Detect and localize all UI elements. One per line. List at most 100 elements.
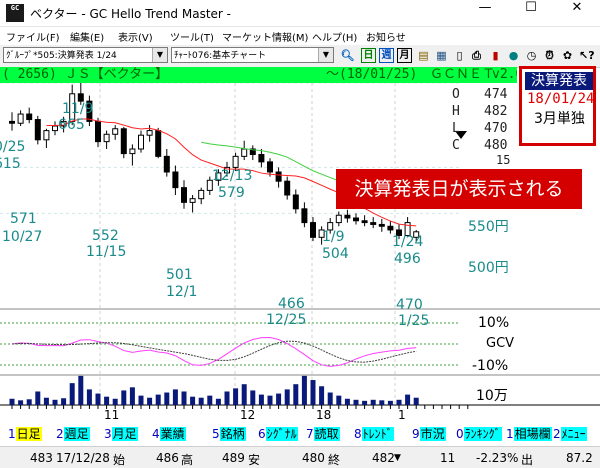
candle-body — [9, 120, 15, 124]
annotation-label: 496 — [394, 251, 421, 267]
fkey-market-column[interactable]: 1相場欄 — [506, 426, 552, 442]
volume-bar — [327, 392, 333, 405]
volume-bar — [61, 398, 67, 405]
volume-bar — [198, 397, 204, 405]
fkey-stocks[interactable]: 5銘柄 — [212, 426, 246, 442]
month-label: 11 — [104, 408, 119, 422]
candle-body — [112, 128, 119, 135]
annotation-label: 11/9 — [62, 101, 93, 117]
help-icon[interactable]: ↖? — [579, 48, 595, 63]
volume-bar — [181, 391, 187, 405]
fkey-signal[interactable]: 6ｼｸﾞﾅﾙ — [258, 426, 298, 442]
fkey-monthly[interactable]: 3月足 — [104, 426, 138, 442]
document-icon[interactable]: ▯ — [452, 48, 467, 63]
annotation-label: 665 — [58, 117, 85, 133]
candle-body — [387, 225, 394, 231]
print-icon[interactable]: ⎙ — [469, 48, 484, 63]
status-arrow-icon: ▼ — [394, 453, 401, 463]
search-icon[interactable]: 🔍︎ — [340, 48, 355, 63]
candle-body — [378, 223, 385, 227]
minimize-button[interactable]: — — [462, 0, 508, 26]
volume-bar — [250, 390, 256, 405]
volume-bar — [190, 396, 196, 405]
fkey-earnings[interactable]: 4業績 — [152, 426, 186, 442]
volume-bar — [379, 400, 385, 405]
status-volume: 87.2 — [566, 451, 593, 465]
status-bar: 483 17/12/28 始 486 高 489 安 480 終 482 ▼ 1… — [0, 446, 600, 468]
menu-market-info[interactable]: マーケット情報(M) — [222, 29, 308, 44]
volume-bar — [310, 380, 316, 405]
fkey-weekly[interactable]: 2週足 — [56, 426, 90, 442]
volume-bar — [396, 399, 402, 405]
volume-bar — [387, 400, 393, 405]
bar-chart-icon[interactable]: ▮ — [488, 48, 503, 63]
group-select[interactable]: ｸﾞﾙｰﾌﾟ*505:決算発表 1/24 ▼ — [3, 47, 168, 63]
volume-bar — [43, 397, 49, 405]
chevron-down-icon[interactable]: ▼ — [152, 48, 167, 62]
volume-bar — [35, 391, 41, 405]
candle-body — [292, 194, 299, 210]
annotation-label: 0/25 — [0, 139, 25, 155]
annotation-label: 615 — [0, 156, 21, 172]
fkey-ranking[interactable]: 0ﾗﾝｷﾝｸﾞ — [456, 426, 502, 442]
fkey-menu[interactable]: 2ﾒﾆｭｰ — [553, 426, 587, 442]
volume-bar — [241, 384, 247, 405]
price-axis-label: 550円 — [468, 219, 509, 235]
clock-icon[interactable]: ◷ — [524, 48, 539, 63]
annotation-label: 1/25 — [398, 313, 429, 329]
candle-body — [95, 120, 101, 143]
menu-help[interactable]: ヘルプ(H) — [312, 29, 357, 44]
candle-body — [26, 113, 33, 121]
annotation-label: 470 — [396, 297, 423, 313]
candle-body — [52, 125, 58, 132]
chevron-down-icon[interactable]: ▼ — [318, 48, 333, 62]
menu-file[interactable]: ファイル(F) — [6, 29, 60, 44]
candle-body — [43, 130, 50, 141]
oscillator-axis-label: 10% — [478, 315, 509, 331]
volume-bar — [362, 400, 368, 405]
grid-icon[interactable]: ▦ — [434, 48, 449, 63]
status-open: 486 — [156, 451, 179, 465]
volume-bar — [18, 400, 24, 405]
menu-view[interactable]: 表示(V) — [118, 29, 153, 44]
fkey-market[interactable]: 9市況 — [412, 426, 446, 442]
status-out-label: 出 — [521, 453, 534, 467]
fkey-daily[interactable]: 1日足 — [8, 426, 42, 442]
volume-bar — [95, 393, 101, 405]
settings-icon[interactable]: ✿ — [560, 48, 575, 63]
volume-bar — [267, 395, 273, 405]
close-button[interactable]: ✕ — [554, 0, 600, 26]
candle-body — [310, 222, 316, 238]
weekly-chart-button[interactable]: 週 — [379, 48, 394, 63]
stock-market: ＧＣＮＥＴ — [430, 67, 496, 82]
status-change-pct: -2.23% — [476, 451, 519, 465]
menu-tools[interactable]: ツール(T) — [170, 29, 214, 44]
stock-name: ( 2656) ＪＳ【ベクター】 — [2, 67, 169, 82]
annotation-label: 12/1 — [166, 284, 197, 300]
candle-body — [163, 155, 170, 173]
status-high-label: 高 — [181, 453, 194, 467]
daily-chart-button[interactable]: 日 — [361, 48, 376, 63]
annotation-label: 466 — [278, 296, 305, 312]
alarm-icon[interactable]: ⏰︎ — [542, 48, 557, 63]
menu-notice[interactable]: お知らせ — [366, 29, 406, 44]
volume-bar — [155, 394, 161, 405]
fkey-trend[interactable]: 8ﾄﾚﾝﾄﾞ — [354, 426, 394, 442]
chart-area[interactable]: 0/2561557110/2711/966555211/1550112/112/… — [0, 61, 600, 424]
toolbar: ｸﾞﾙｰﾌﾟ*505:決算発表 1/24 ▼ ﾁｬｰﾄ076:基本チャート ▼ … — [0, 45, 600, 68]
fkey-read[interactable]: 7読取 — [306, 426, 340, 442]
annotation-label: 579 — [218, 185, 245, 201]
globe-icon[interactable]: ● — [506, 48, 521, 63]
maximize-button[interactable]: ☐ — [508, 0, 554, 26]
monthly-chart-button[interactable]: 月 — [397, 48, 412, 63]
price-axis-label: 500円 — [468, 260, 509, 276]
oscillator-axis-label: GCV — [486, 336, 514, 351]
menu-edit[interactable]: 編集(E) — [70, 29, 104, 44]
volume-bar — [9, 398, 15, 405]
volume-bar — [121, 390, 127, 405]
notebook-icon[interactable]: ▤ — [416, 48, 431, 63]
candle-body — [146, 130, 153, 136]
candle-body — [155, 130, 162, 157]
chart-select[interactable]: ﾁｬｰﾄ076:基本チャート ▼ — [171, 47, 334, 63]
candle-body — [275, 171, 282, 182]
